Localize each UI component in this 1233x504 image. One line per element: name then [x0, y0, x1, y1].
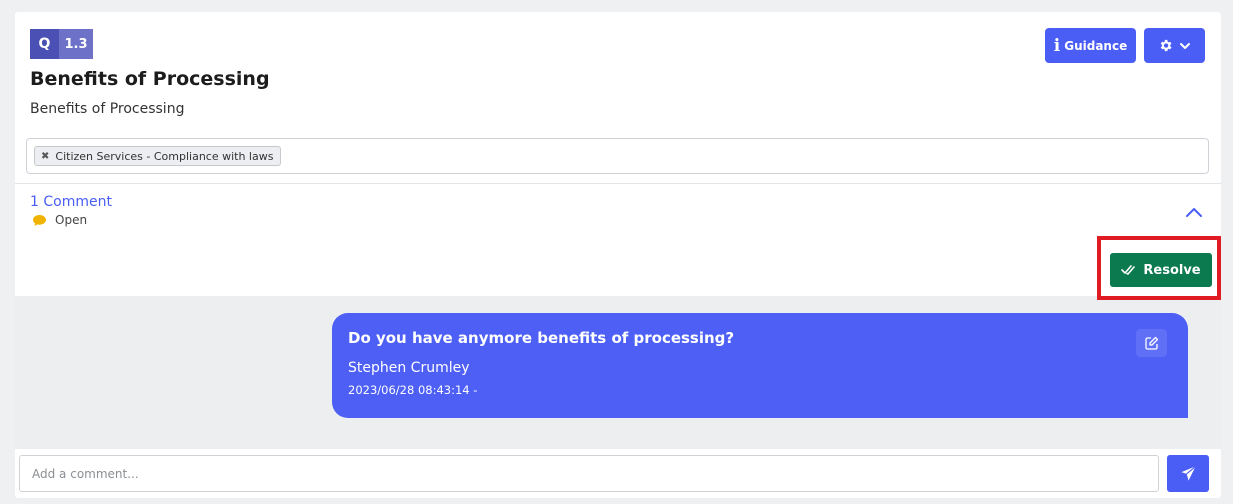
- question-description: Benefits of Processing: [30, 101, 185, 117]
- gear-icon: [1160, 39, 1172, 52]
- comment-count-link[interactable]: 1 Comment: [30, 194, 112, 210]
- page-title: Benefits of Processing: [30, 68, 270, 90]
- question-card: Q 1.3 Benefits of Processing Benefits of…: [15, 12, 1221, 498]
- settings-dropdown-button[interactable]: [1144, 28, 1205, 63]
- edit-comment-button[interactable]: [1136, 329, 1167, 357]
- question-badge: Q 1.3: [30, 29, 93, 59]
- tag-remove-icon[interactable]: ✖: [41, 151, 49, 162]
- tag-label: Citizen Services - Compliance with laws: [55, 149, 274, 163]
- bubble-tail: [1178, 402, 1188, 414]
- comment-bubble: Do you have anymore benefits of processi…: [332, 313, 1188, 418]
- status-label: Open: [55, 213, 88, 227]
- tag-chip: ✖ Citizen Services - Compliance with law…: [34, 146, 282, 166]
- resolve-button[interactable]: Resolve: [1110, 253, 1212, 287]
- section-divider: [15, 183, 1221, 184]
- double-check-icon: [1121, 265, 1136, 275]
- resolve-label: Resolve: [1143, 262, 1201, 278]
- info-icon: i: [1053, 35, 1061, 56]
- question-number: 1.3: [59, 29, 93, 59]
- comment-thread: Do you have anymore benefits of processi…: [15, 296, 1221, 449]
- comment-author: Stephen Crumley: [348, 360, 470, 376]
- tags-input[interactable]: ✖ Citizen Services - Compliance with law…: [26, 138, 1209, 174]
- comment-input[interactable]: [19, 455, 1159, 492]
- question-prefix: Q: [30, 29, 59, 59]
- chevron-down-icon: [1180, 42, 1190, 49]
- send-icon: [1180, 465, 1196, 481]
- comment-bubble-icon: [33, 214, 46, 226]
- comment-message: Do you have anymore benefits of processi…: [348, 329, 735, 347]
- collapse-chevron-icon[interactable]: [1185, 206, 1203, 218]
- guidance-label: Guidance: [1064, 38, 1128, 53]
- send-comment-button[interactable]: [1167, 455, 1209, 492]
- edit-icon: [1144, 336, 1158, 350]
- guidance-button[interactable]: i Guidance: [1045, 28, 1136, 63]
- comment-timestamp: 2023/06/28 08:43:14 -: [348, 383, 478, 397]
- comment-status: Open: [32, 213, 87, 227]
